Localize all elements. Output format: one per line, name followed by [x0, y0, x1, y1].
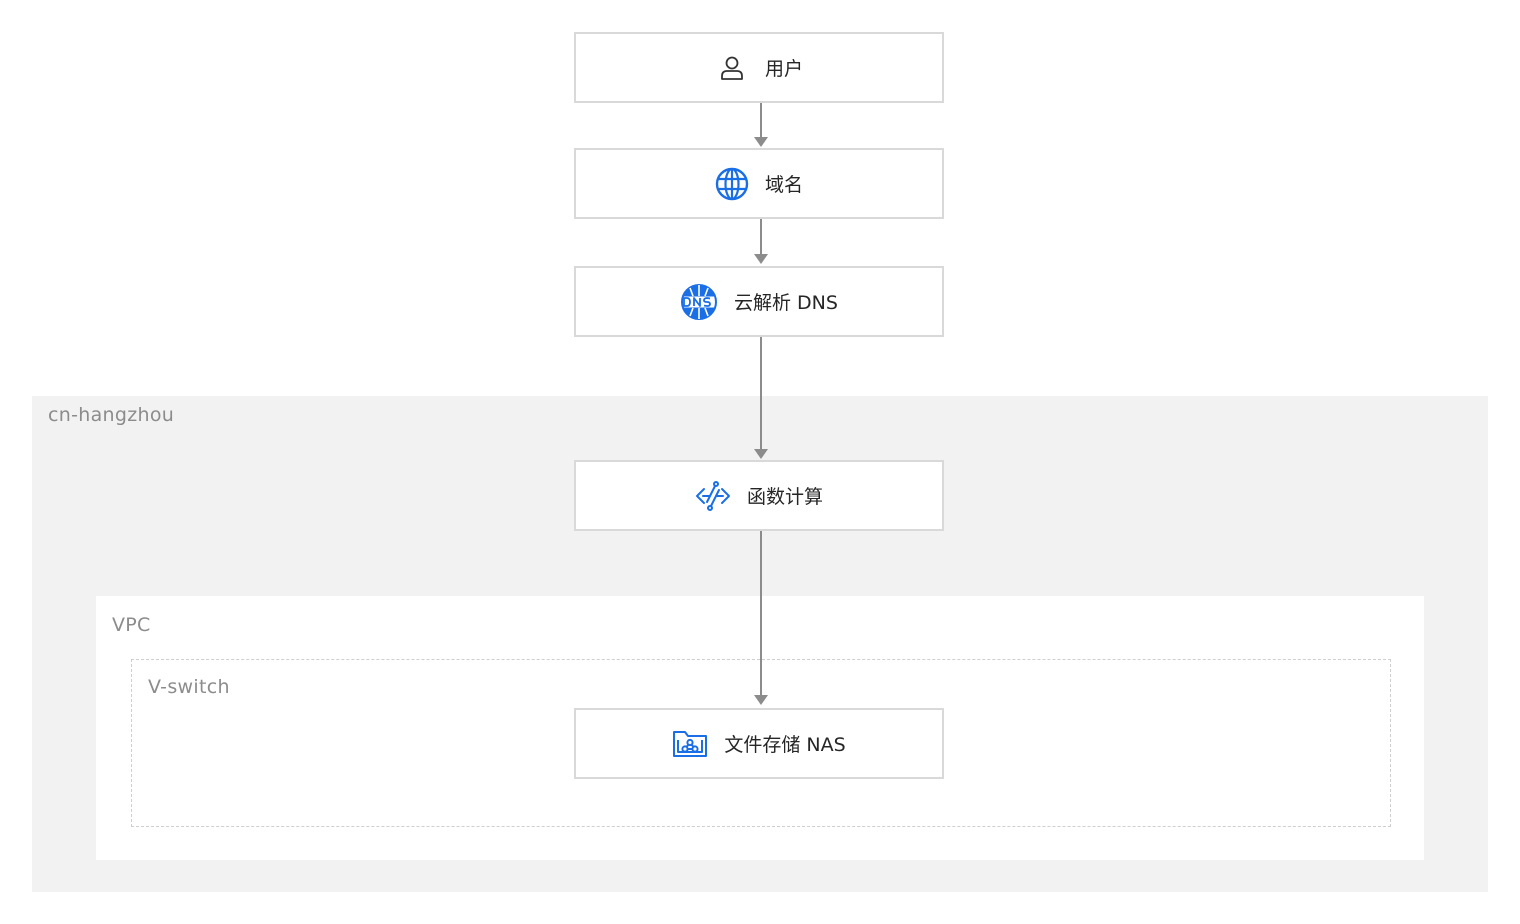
region-zone-label: cn-hangzhou: [48, 404, 175, 426]
vswitch-zone-label: V-switch: [148, 676, 230, 698]
globe-icon: [715, 167, 749, 201]
node-nas[interactable]: 文件存储 NAS: [574, 708, 944, 779]
node-nas-label: 文件存储 NAS: [724, 734, 846, 756]
node-function-compute[interactable]: 函数计算: [574, 460, 944, 531]
vpc-zone-label: VPC: [112, 614, 151, 636]
node-function-compute-label: 函数计算: [746, 486, 823, 508]
edge-domain-to-dns: [754, 219, 768, 264]
nas-storage-icon: [672, 726, 708, 762]
user-icon: [715, 51, 749, 85]
dns-icon: [680, 283, 719, 321]
node-domain[interactable]: 域名: [574, 148, 944, 219]
node-dns-label: 云解析 DNS: [734, 292, 838, 314]
node-dns[interactable]: 云解析 DNS: [574, 266, 944, 337]
node-user-label: 用户: [764, 58, 803, 80]
edge-user-to-domain: [754, 103, 768, 147]
function-compute-icon: [695, 478, 731, 514]
node-domain-label: 域名: [764, 174, 803, 196]
node-user[interactable]: 用户: [574, 32, 944, 103]
